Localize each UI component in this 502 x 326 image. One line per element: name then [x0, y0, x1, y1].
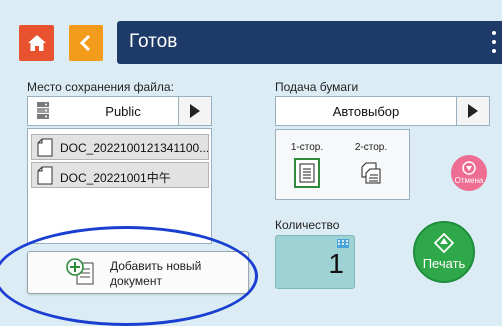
server-icon: [37, 102, 49, 119]
document-icon: [37, 166, 53, 185]
chevron-left-icon: [79, 34, 91, 52]
quantity-label: Количество: [275, 218, 340, 232]
status-title-bar: Готов: [117, 21, 502, 64]
start-icon: [434, 233, 454, 253]
file-list[interactable]: DOC_2022100121341100... DOC_20221001中午: [27, 128, 212, 244]
double-page-icon: [361, 162, 381, 184]
add-document-icon: [66, 258, 94, 285]
save-location-label: Место сохранения файла:: [27, 80, 174, 94]
triangle-right-icon: [468, 104, 478, 118]
save-location-dropdown-button[interactable]: [178, 97, 211, 125]
cancel-icon: [462, 161, 476, 175]
file-name: DOC_2022100121341100...: [60, 141, 208, 155]
print-button[interactable]: Печать: [413, 221, 475, 283]
file-item[interactable]: DOC_20221001中午: [31, 162, 209, 188]
kebab-menu-icon[interactable]: [492, 31, 497, 53]
cancel-button[interactable]: Отмена: [451, 155, 487, 191]
home-button[interactable]: [19, 25, 54, 61]
document-icon: [37, 138, 53, 157]
cancel-label: Отмена: [454, 176, 484, 185]
page-title: Готов: [129, 31, 178, 52]
save-location-value: Public: [105, 104, 141, 119]
two-sided-label: 2-стор.: [354, 142, 388, 153]
save-location-select[interactable]: Public: [27, 96, 212, 126]
paper-feed-select[interactable]: Автовыбор: [275, 96, 490, 126]
one-sided-option[interactable]: [294, 158, 320, 188]
paper-feed-value: Автовыбор: [332, 104, 400, 119]
home-icon: [27, 35, 46, 51]
keypad-icon: [337, 239, 349, 248]
single-page-icon: [299, 163, 315, 183]
one-sided-label: 1-стор.: [290, 142, 324, 153]
file-name: DOC_20221001中午: [60, 171, 171, 185]
two-sided-option[interactable]: [358, 158, 384, 188]
duplex-panel: 1-стор. 2-стор.: [275, 129, 410, 200]
back-button[interactable]: [69, 25, 103, 61]
triangle-right-icon: [190, 104, 200, 118]
quantity-value: 1: [328, 248, 344, 279]
paper-feed-dropdown-button[interactable]: [456, 97, 489, 125]
add-document-label: Добавить новый документ: [110, 259, 202, 288]
print-label: Печать: [422, 256, 466, 271]
add-document-button[interactable]: Добавить новый документ: [27, 251, 249, 294]
quantity-input[interactable]: 1: [275, 235, 355, 289]
file-item[interactable]: DOC_2022100121341100...: [31, 134, 209, 160]
top-bar: Готов: [0, 0, 502, 78]
paper-feed-label: Подача бумаги: [275, 80, 359, 94]
